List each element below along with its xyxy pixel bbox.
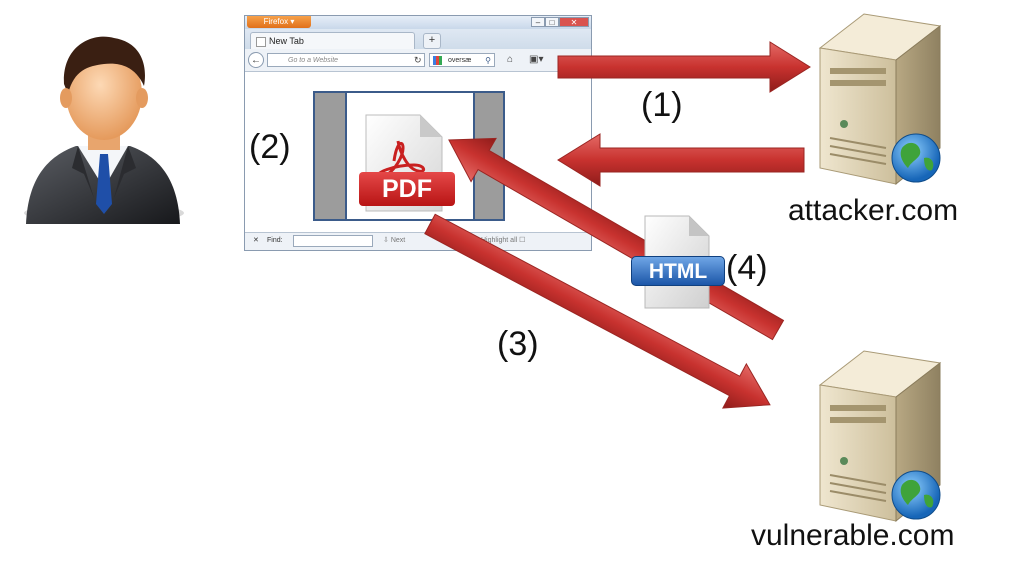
attacker-server-icon [818,13,942,186]
vulnerable-server-icon [818,350,942,523]
arrow-response-from-attacker [557,133,805,187]
step-1-label: (1) [641,86,683,124]
vulnerable-host-label: vulnerable.com [751,519,955,552]
step-4-label: (4) [726,249,768,287]
attacker-host-label: attacker.com [788,194,959,227]
arrow-request-to-attacker [557,41,811,93]
step-2-label: (2) [249,128,291,166]
step-3-label: (3) [497,325,539,363]
html-badge: HTML [631,256,725,286]
